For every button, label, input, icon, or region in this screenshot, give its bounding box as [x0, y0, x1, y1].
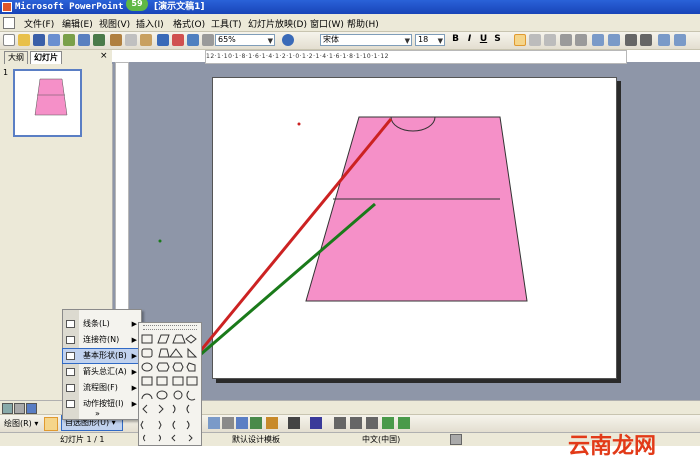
- menu-item-block-arrows[interactable]: 箭头总汇(A) ▶: [63, 365, 141, 379]
- flowchart-icon: [66, 384, 75, 392]
- shapes-grid: [140, 334, 198, 442]
- fill-color-icon[interactable]: [266, 417, 278, 429]
- action-buttons-icon: [66, 400, 75, 408]
- basic-shapes-palette: [138, 322, 202, 446]
- watermark: 云南龙网: [568, 434, 657, 459]
- menu-item-basic-shapes[interactable]: 基本形状(B) ▶: [62, 348, 142, 364]
- connector-icon: [66, 336, 75, 344]
- line-color-icon[interactable]: [288, 417, 300, 429]
- submenu-arrow-icon: ▶: [131, 384, 137, 392]
- slide-counter: 幻灯片 1 / 1: [60, 435, 105, 444]
- menu-item-label: 动作按钮(I): [83, 399, 124, 408]
- arrow-icon[interactable]: [366, 417, 378, 429]
- select-pointer-icon[interactable]: [44, 417, 58, 431]
- design-template: 默认设计模板: [232, 435, 280, 444]
- menu-item-flowchart[interactable]: 流程图(F) ▶: [63, 381, 141, 395]
- green-dot: [158, 239, 162, 243]
- lines-icon: [66, 320, 75, 328]
- line-style-icon[interactable]: [334, 417, 346, 429]
- menu-item-connectors[interactable]: 连接符(N) ▶: [63, 333, 141, 347]
- menu-item-label: 基本形状(B): [83, 351, 127, 360]
- draw-menu-button[interactable]: 绘图(R) ▾: [4, 418, 38, 429]
- sorter-view-icon[interactable]: [14, 403, 25, 414]
- basic-shapes-icon: [66, 352, 75, 360]
- menu-item-label: 线条(L): [83, 319, 110, 328]
- menu-item-action-buttons[interactable]: 动作按钮(I) ▶: [63, 397, 141, 411]
- shadow-style-icon[interactable]: [382, 417, 394, 429]
- submenu-arrow-icon: ▶: [131, 320, 137, 328]
- arrow-style-icon[interactable]: [208, 417, 220, 429]
- 3d-style-icon[interactable]: [398, 417, 410, 429]
- wordart-icon[interactable]: [222, 417, 234, 429]
- menu-item-label: 流程图(F): [83, 383, 118, 392]
- spellcheck-status-icon: [450, 434, 462, 445]
- submenu-arrow-icon: ▶: [131, 368, 137, 376]
- block-arrows-icon: [66, 368, 75, 376]
- submenu-arrow-icon: ▶: [131, 352, 137, 360]
- autoshapes-menu: 线条(L) ▶ 连接符(N) ▶ 基本形状(B) ▶ 箭头总汇(A) ▶ 流程图…: [62, 309, 142, 420]
- expand-menu-icon[interactable]: »: [95, 409, 100, 418]
- palette-drag-handle[interactable]: [143, 325, 197, 330]
- menu-item-lines[interactable]: 线条(L) ▶: [63, 317, 141, 331]
- submenu-arrow-icon: ▶: [131, 400, 137, 408]
- menu-item-label: 箭头总汇(A): [83, 367, 127, 376]
- font-color-icon[interactable]: [310, 417, 322, 429]
- menu-item-label: 连接符(N): [83, 335, 120, 344]
- slideshow-view-icon[interactable]: [26, 403, 37, 414]
- submenu-arrow-icon: ▶: [131, 336, 137, 344]
- diagram-icon[interactable]: [236, 417, 248, 429]
- dash-style-icon[interactable]: [350, 417, 362, 429]
- language-status: 中文(中国): [362, 435, 401, 444]
- normal-view-icon[interactable]: [2, 403, 13, 414]
- clipart-icon[interactable]: [250, 417, 262, 429]
